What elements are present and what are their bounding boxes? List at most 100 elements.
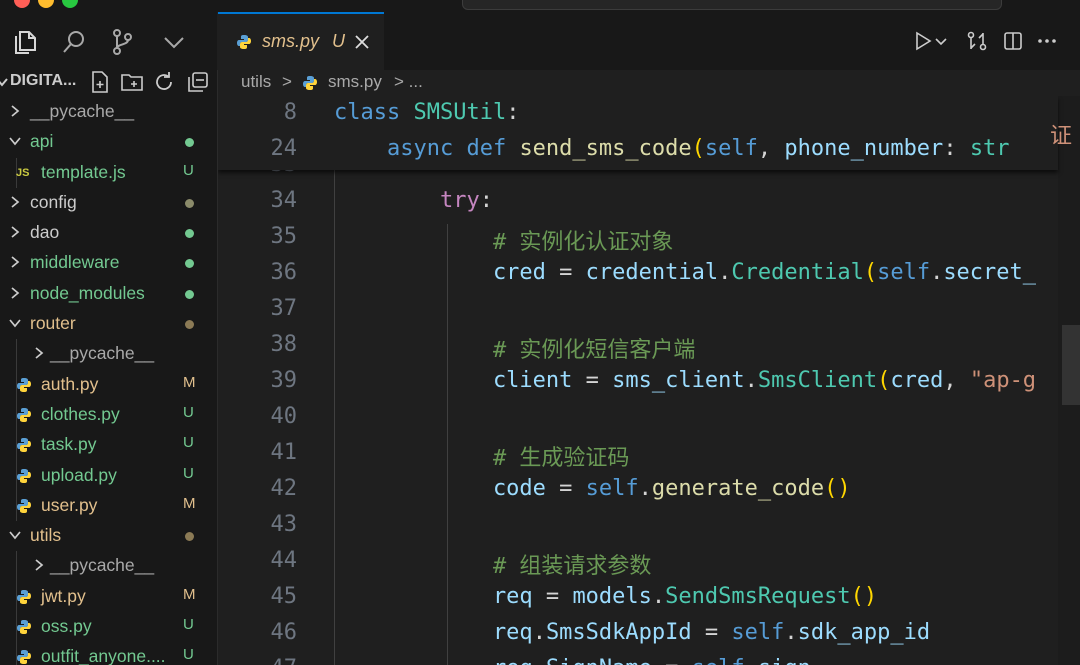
code-token: # 实例化短信客户端 bbox=[334, 338, 696, 363]
line-number: 34 bbox=[270, 188, 298, 213]
breadcrumb-file[interactable]: sms.py bbox=[328, 72, 382, 92]
tree-item[interactable]: oss.py U bbox=[0, 612, 217, 643]
code-token: sms_client bbox=[612, 368, 745, 393]
code-token: = bbox=[652, 656, 692, 665]
close-icon[interactable] bbox=[354, 34, 370, 50]
code-line[interactable]: cred = credential.Credential(self.secret… bbox=[334, 260, 1036, 285]
code-token: . bbox=[745, 656, 758, 665]
chevron-down-icon[interactable] bbox=[8, 528, 22, 542]
code-editor[interactable]: 证 8 class SMSUtil: 24 async def send_sms_c… bbox=[218, 96, 1080, 665]
code-line[interactable]: class SMSUtil: bbox=[334, 100, 519, 125]
chevron-right-icon[interactable] bbox=[8, 255, 22, 269]
line-number: 43 bbox=[270, 512, 298, 537]
code-line[interactable]: # 生成验证码 bbox=[334, 440, 630, 472]
refresh-icon[interactable] bbox=[152, 70, 176, 94]
git-status-dot bbox=[185, 229, 194, 239]
source-control-icon[interactable] bbox=[108, 28, 136, 56]
code-token: = bbox=[691, 620, 732, 645]
line-number: 38 bbox=[270, 332, 298, 357]
code-line[interactable]: client = sms_client.SmsClient(cred, "ap-… bbox=[334, 368, 1036, 393]
collapse-all-icon[interactable] bbox=[186, 70, 210, 94]
search-icon[interactable] bbox=[60, 28, 88, 56]
chevron-down-icon[interactable] bbox=[8, 134, 22, 148]
split-editor-icon[interactable] bbox=[1002, 30, 1024, 52]
minimap-slider[interactable] bbox=[1062, 325, 1080, 405]
chevron-right-icon[interactable] bbox=[8, 104, 22, 118]
code-token: SignName bbox=[546, 656, 652, 665]
tree-item[interactable]: middleware bbox=[0, 248, 217, 278]
git-status-dot bbox=[185, 138, 194, 148]
breadcrumb-symbol[interactable]: > ... bbox=[394, 72, 423, 92]
new-file-icon[interactable] bbox=[88, 70, 112, 94]
chevron-down-icon[interactable] bbox=[0, 75, 8, 89]
run-icon[interactable] bbox=[912, 30, 934, 52]
line-number: 44 bbox=[270, 548, 298, 573]
file-tree: __pycache__ api JS template.js Uconfig dao mid… bbox=[0, 97, 217, 665]
code-line[interactable]: # 实例化短信客户端 bbox=[334, 332, 696, 364]
code-line[interactable]: req = models.SendSmsRequest() bbox=[334, 584, 877, 609]
more-actions-icon[interactable] bbox=[1036, 30, 1058, 52]
chevron-right-icon[interactable] bbox=[8, 286, 22, 300]
git-status-dot bbox=[185, 320, 194, 330]
explorer-title[interactable]: DIGITA... bbox=[10, 72, 76, 90]
tree-item[interactable]: __pycache__ bbox=[0, 551, 217, 582]
sticky-scroll-header[interactable]: 证 8 class SMSUtil: 24 async def send_sms_c… bbox=[218, 96, 1072, 170]
chevron-down-icon[interactable] bbox=[8, 316, 22, 330]
code-line[interactable]: async def send_sms_code(self, phone_numb… bbox=[334, 136, 1010, 161]
chevron-right-icon[interactable] bbox=[8, 225, 22, 239]
code-line[interactable]: req.SignName = self.sign bbox=[334, 656, 811, 665]
tree-item-label: upload.py bbox=[41, 464, 117, 485]
chevron-right-icon[interactable] bbox=[32, 346, 46, 360]
code-line[interactable]: try: bbox=[334, 188, 493, 213]
code-line[interactable]: req.SmsSdkAppId = self.sdk_app_id bbox=[334, 620, 930, 645]
tab-bar: sms.py U bbox=[218, 12, 1080, 70]
tree-item[interactable]: __pycache__ bbox=[0, 97, 217, 127]
code-token: self bbox=[704, 136, 758, 161]
tree-item[interactable]: user.py M bbox=[0, 490, 217, 522]
code-line[interactable]: # 实例化认证对象 bbox=[334, 224, 674, 256]
code-token: generate_code bbox=[651, 476, 825, 501]
git-status-badge: U bbox=[183, 403, 194, 421]
tree-item[interactable]: utils bbox=[0, 521, 217, 551]
code-token: async def bbox=[334, 136, 520, 161]
tree-item[interactable]: JS template.js U bbox=[0, 157, 217, 188]
code-token: SmsSdkAppId bbox=[545, 620, 692, 645]
tree-item[interactable]: config bbox=[0, 188, 217, 218]
tab-sms-py[interactable]: sms.py U bbox=[218, 12, 384, 70]
tree-item[interactable]: outfit_anyone.... U bbox=[0, 642, 217, 665]
tree-item[interactable]: router bbox=[0, 309, 217, 339]
chevron-right-icon[interactable] bbox=[32, 558, 46, 572]
breadcrumb-folder[interactable]: utils bbox=[241, 72, 271, 92]
compare-changes-icon[interactable] bbox=[966, 30, 988, 52]
git-status-badge: U bbox=[183, 464, 194, 482]
code-line[interactable]: # 组装请求参数 bbox=[334, 548, 652, 580]
tree-item[interactable]: api bbox=[0, 127, 217, 157]
tree-item[interactable]: clothes.py U bbox=[0, 399, 217, 431]
tree-item[interactable]: task.py U bbox=[0, 430, 217, 461]
maximize-window-button[interactable] bbox=[62, 0, 78, 8]
tree-item[interactable]: node_modules bbox=[0, 279, 217, 309]
command-center[interactable] bbox=[462, 0, 1002, 10]
tree-item[interactable]: auth.py M bbox=[0, 369, 217, 400]
close-window-button[interactable] bbox=[14, 0, 30, 8]
chevron-down-icon[interactable] bbox=[160, 28, 188, 56]
new-folder-icon[interactable] bbox=[120, 70, 144, 94]
code-token: = bbox=[545, 260, 586, 285]
code-token: . bbox=[651, 584, 666, 609]
code-line[interactable]: code = self.generate_code() bbox=[334, 476, 851, 501]
tree-item[interactable]: dao bbox=[0, 218, 217, 248]
tree-item[interactable]: upload.py U bbox=[0, 460, 217, 491]
tab-status: U bbox=[332, 31, 345, 51]
code-token: str bbox=[969, 136, 1010, 161]
explorer-icon[interactable] bbox=[11, 28, 39, 56]
python-file-icon bbox=[303, 76, 317, 90]
tree-item-label: auth.py bbox=[41, 373, 99, 394]
minimize-window-button[interactable] bbox=[38, 0, 54, 8]
tree-item[interactable]: jwt.py M bbox=[0, 581, 217, 613]
code-token: secret_ bbox=[943, 260, 1037, 285]
tree-item[interactable]: __pycache__ bbox=[0, 339, 217, 370]
chevron-right-icon[interactable] bbox=[8, 195, 22, 209]
chevron-down-icon[interactable] bbox=[934, 30, 948, 52]
tree-item-label: middleware bbox=[30, 252, 120, 273]
code-token: Credential bbox=[731, 260, 864, 285]
